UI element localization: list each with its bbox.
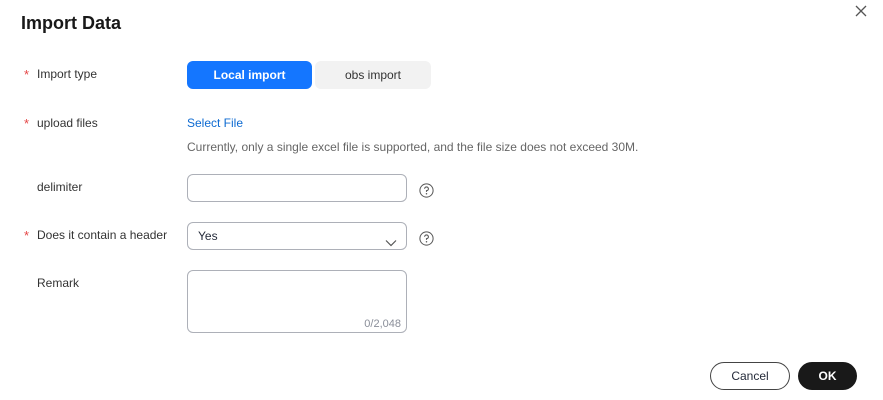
header-select-value: Yes: [198, 229, 218, 243]
cancel-button[interactable]: Cancel: [710, 362, 790, 390]
import-type-segmented: Local import obs import: [187, 61, 431, 89]
obs-import-option[interactable]: obs import: [315, 61, 431, 89]
upload-files-label: upload files: [37, 116, 98, 130]
remark-textarea[interactable]: 0/2,048: [187, 270, 407, 333]
header-label: Does it contain a header: [37, 228, 168, 242]
import-type-label: Import type: [37, 67, 98, 81]
local-import-option[interactable]: Local import: [187, 61, 312, 89]
delimiter-label: delimiter: [37, 180, 83, 194]
header-select[interactable]: Yes: [187, 222, 407, 250]
close-icon[interactable]: [852, 2, 870, 20]
import-data-dialog: Import Data * Import type Local import o…: [0, 0, 883, 400]
required-mark: *: [24, 228, 30, 243]
required-mark: *: [24, 67, 30, 82]
delimiter-input[interactable]: [187, 174, 407, 202]
dialog-title: Import Data: [21, 13, 122, 33]
required-mark: *: [24, 116, 30, 131]
question-circle-icon[interactable]: [419, 183, 434, 198]
remark-char-counter: 0/2,048: [364, 318, 401, 330]
upload-help-text: Currently, only a single excel file is s…: [187, 140, 639, 154]
ok-button[interactable]: OK: [798, 362, 857, 390]
question-circle-icon[interactable]: [419, 231, 434, 246]
select-file-link[interactable]: Select File: [187, 116, 243, 130]
chevron-down-icon: [385, 231, 397, 257]
remark-label: Remark: [37, 276, 80, 290]
